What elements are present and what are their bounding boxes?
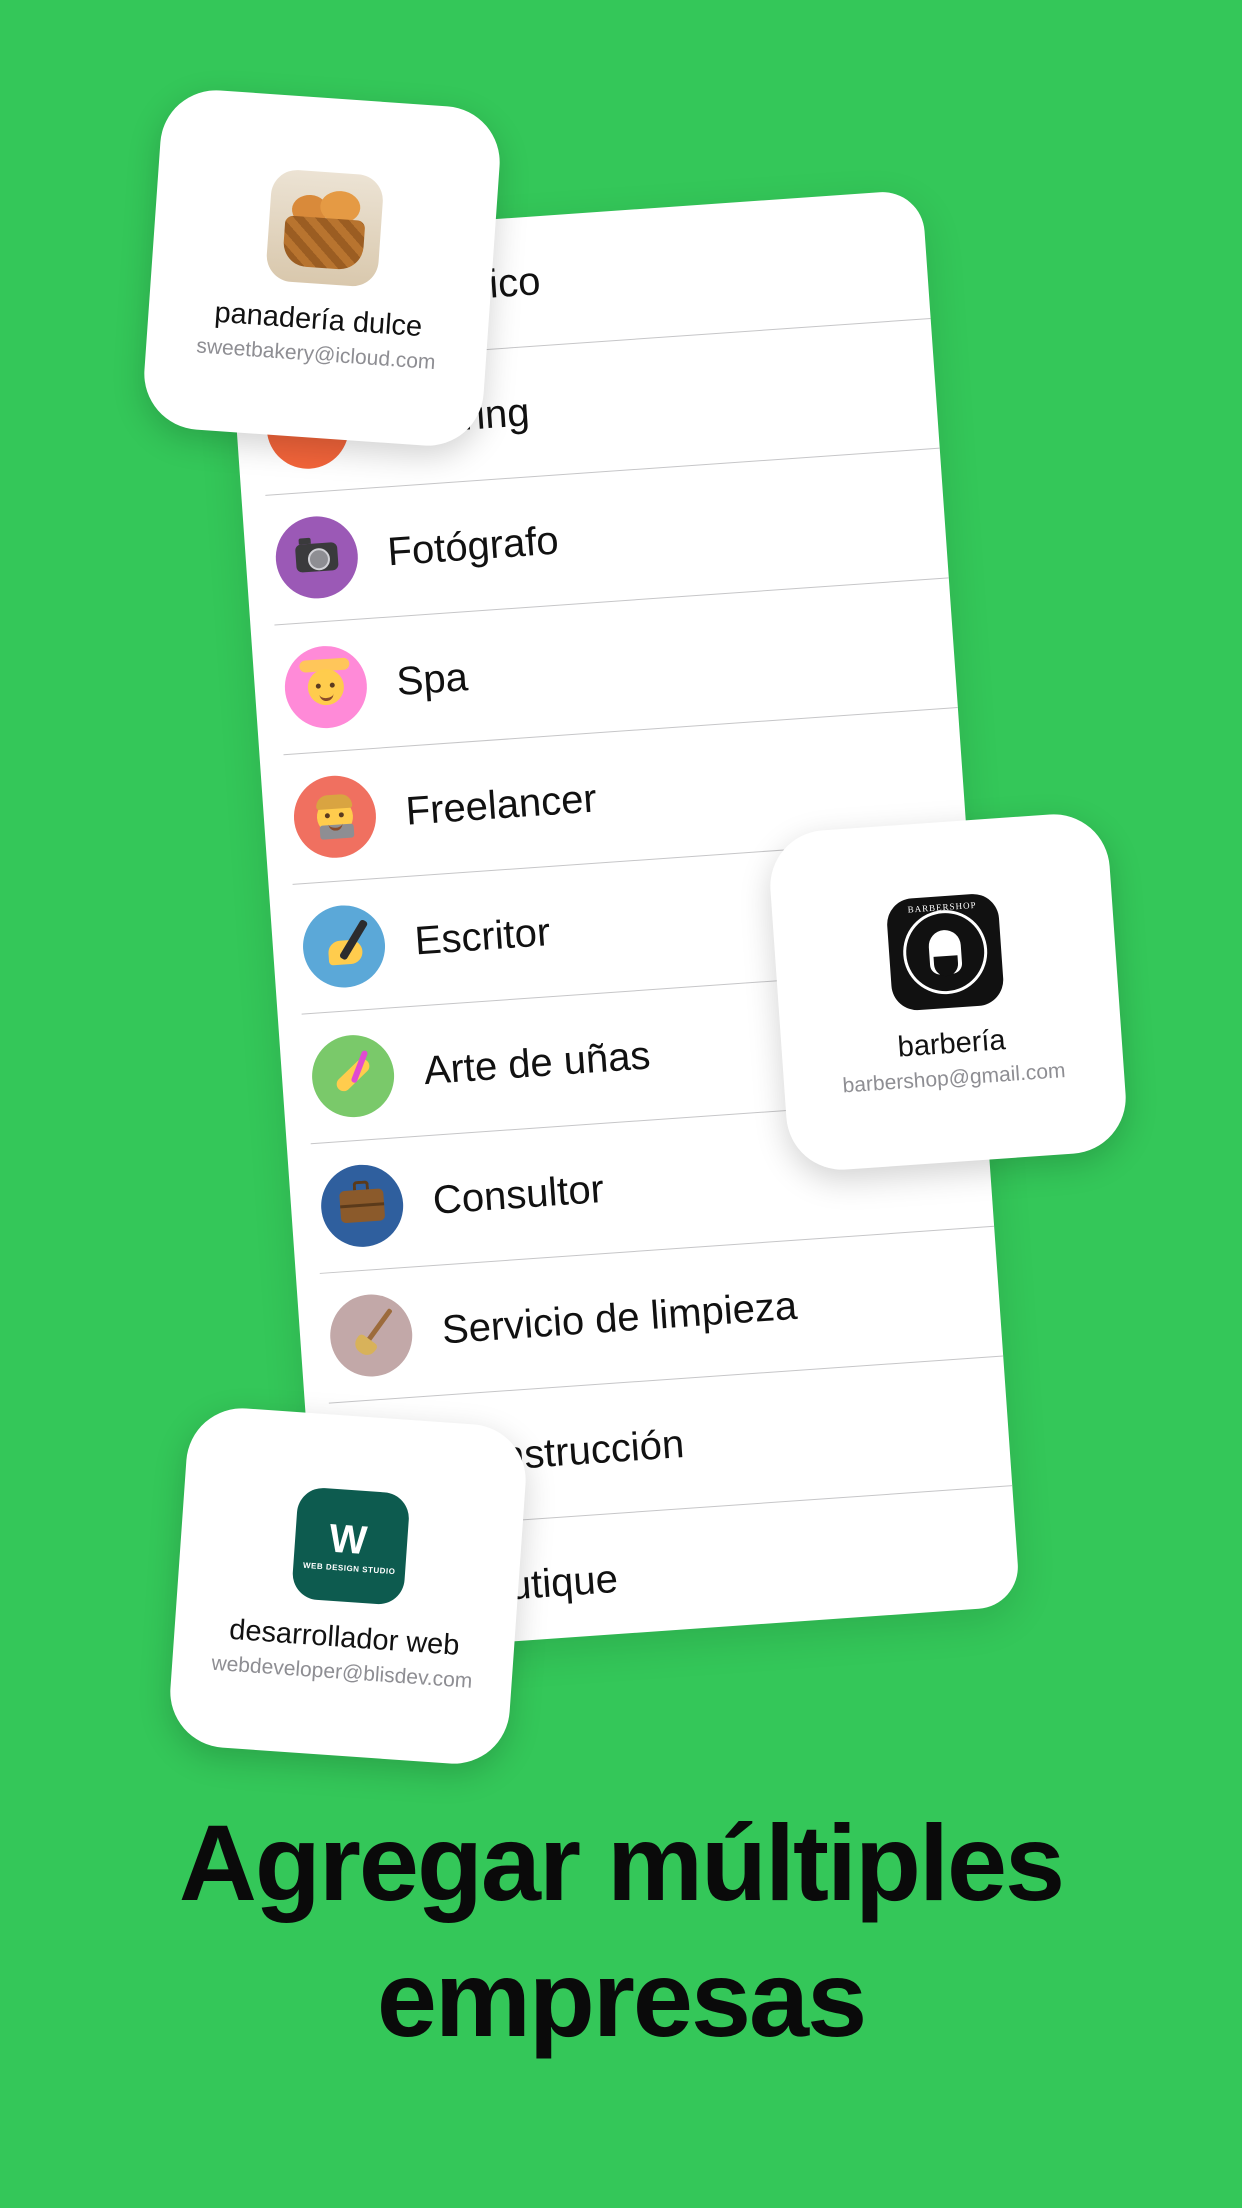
list-item-label: Freelancer — [404, 776, 599, 834]
business-card-web-developer[interactable]: W WEB DESIGN STUDIO desarrollador web we… — [166, 1404, 530, 1768]
headline-line-1: Agregar múltiples — [178, 1802, 1065, 1923]
list-item-label: Escritor — [413, 909, 552, 963]
business-card-bakery[interactable]: panadería dulce sweetbakery@icloud.com — [140, 86, 504, 450]
list-item-label: Consultor — [431, 1166, 606, 1223]
broom-icon — [327, 1291, 415, 1380]
camera-icon — [273, 513, 361, 602]
list-item-label: Spa — [395, 654, 470, 704]
list-item-label: Servicio de limpieza — [440, 1283, 799, 1352]
nail-polish-icon — [309, 1032, 397, 1120]
briefcase-icon — [318, 1162, 406, 1250]
web-design-studio-logo-icon: W WEB DESIGN STUDIO — [291, 1486, 411, 1606]
bread-basket-icon — [265, 168, 385, 288]
list-item-label: Fotógrafo — [386, 518, 560, 574]
freelancer-laptop-icon — [291, 773, 379, 861]
business-email: barbershop@gmail.com — [841, 1059, 1067, 1098]
barbershop-logo-icon: BARBERSHOP — [885, 892, 1005, 1012]
business-name: barbería — [896, 1024, 1007, 1064]
headline: Agregar múltiples empresas — [0, 1795, 1242, 2067]
business-card-barber[interactable]: BARBERSHOP barbería barbershop@gmail.com — [766, 810, 1130, 1174]
writing-hand-icon — [300, 902, 388, 991]
spa-face-icon — [282, 643, 370, 731]
list-item-label: Arte de uñas — [422, 1032, 652, 1093]
headline-line-2: empresas — [376, 1938, 867, 2059]
